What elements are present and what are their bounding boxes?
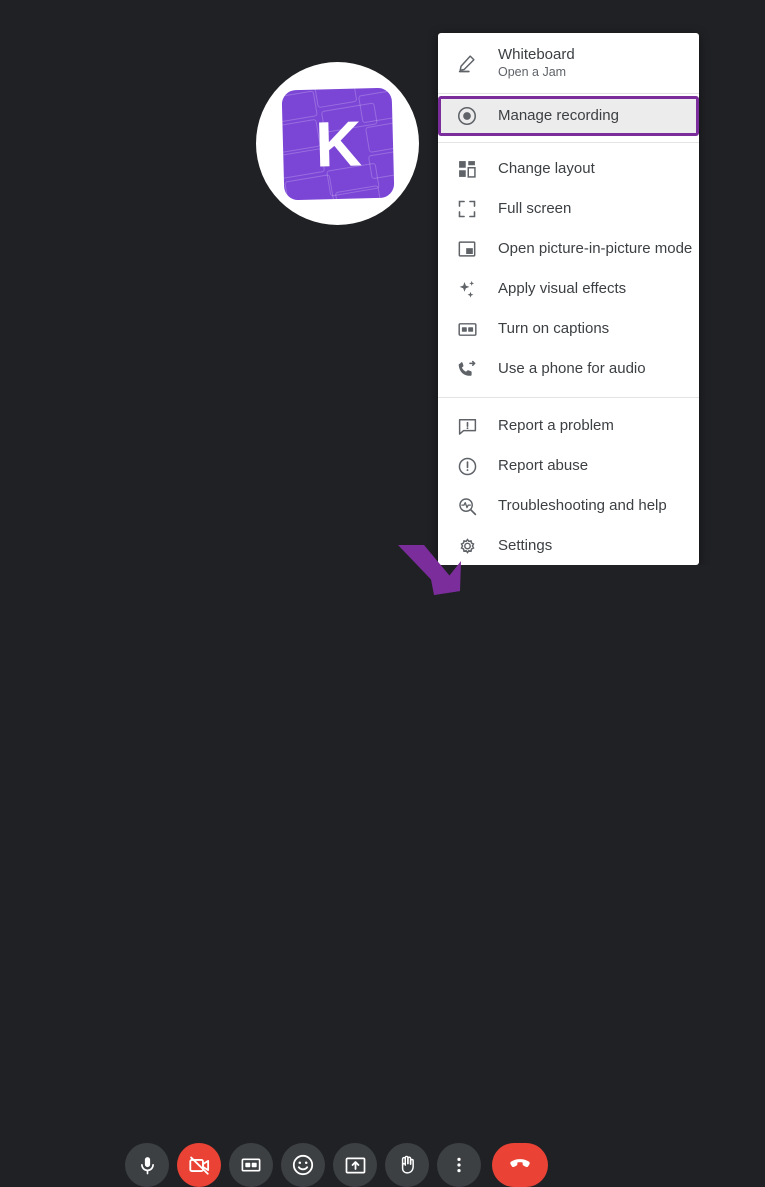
menu-item-whiteboard-sublabel: Open a Jam xyxy=(498,65,567,80)
menu-item-captions-label: Turn on captions xyxy=(498,320,610,337)
menu-item-phone-audio-label: Use a phone for audio xyxy=(498,360,646,377)
menu-item-whiteboard-label: Whiteboard Open a Jam xyxy=(498,46,575,80)
sparkles-icon xyxy=(454,276,480,302)
menu-item-report-problem-label: Report a problem xyxy=(498,417,614,434)
menu-item-phone-audio[interactable]: Use a phone for audio xyxy=(438,349,699,389)
more-options-menu[interactable]: Whiteboard Open a Jam Manage recording C… xyxy=(438,33,699,565)
end-call-button[interactable] xyxy=(492,1143,548,1187)
menu-divider xyxy=(438,142,699,143)
microphone-icon xyxy=(137,1155,158,1176)
raise-hand-button[interactable] xyxy=(385,1143,429,1187)
picture-in-picture-icon xyxy=(454,236,480,262)
fullscreen-icon xyxy=(454,196,480,222)
troubleshoot-icon xyxy=(454,493,480,519)
avatar-tile: K xyxy=(281,87,394,200)
menu-item-report-problem[interactable]: Report a problem xyxy=(438,406,699,446)
menu-item-change-layout[interactable]: Change layout xyxy=(438,149,699,189)
closed-caption-icon xyxy=(454,316,480,342)
layout-grid-icon xyxy=(454,156,480,182)
menu-item-picture-in-picture-label: Open picture-in-picture mode xyxy=(498,240,693,257)
emoji-smile-icon xyxy=(291,1153,315,1177)
avatar: K xyxy=(256,62,419,225)
menu-item-troubleshooting-label: Troubleshooting and help xyxy=(498,497,667,514)
menu-item-manage-recording[interactable]: Manage recording xyxy=(438,96,699,136)
avatar-letter: K xyxy=(313,106,362,181)
raise-hand-icon xyxy=(396,1154,418,1176)
menu-item-picture-in-picture[interactable]: Open picture-in-picture mode xyxy=(438,229,699,269)
menu-item-report-abuse[interactable]: Report abuse xyxy=(438,446,699,486)
present-screen-icon xyxy=(344,1154,367,1177)
menu-item-full-screen-label: Full screen xyxy=(498,200,572,217)
phone-hangup-icon xyxy=(507,1150,533,1181)
menu-item-settings-label: Settings xyxy=(498,537,553,554)
more-options-button[interactable] xyxy=(437,1143,481,1187)
camera-off-icon xyxy=(188,1154,211,1177)
reactions-button[interactable] xyxy=(281,1143,325,1187)
present-button[interactable] xyxy=(333,1143,377,1187)
menu-item-whiteboard[interactable]: Whiteboard Open a Jam xyxy=(438,37,699,89)
feedback-icon xyxy=(454,413,480,439)
meeting-controls xyxy=(0,565,765,1187)
menu-item-settings[interactable]: Settings xyxy=(438,526,699,565)
phone-forward-icon xyxy=(454,356,480,382)
gear-icon xyxy=(454,533,480,559)
warning-circle-icon xyxy=(454,453,480,479)
captions-button[interactable] xyxy=(229,1143,273,1187)
closed-caption-icon xyxy=(240,1154,262,1176)
menu-item-change-layout-label: Change layout xyxy=(498,160,595,177)
menu-item-captions[interactable]: Turn on captions xyxy=(438,309,699,349)
menu-item-report-abuse-label: Report abuse xyxy=(498,457,589,474)
menu-item-visual-effects-label: Apply visual effects xyxy=(498,280,627,297)
menu-item-full-screen[interactable]: Full screen xyxy=(438,189,699,229)
menu-item-manage-recording-wrapper: Manage recording xyxy=(438,96,699,136)
menu-item-visual-effects[interactable]: Apply visual effects xyxy=(438,269,699,309)
pen-icon xyxy=(454,50,480,76)
menu-divider xyxy=(438,93,699,94)
microphone-button[interactable] xyxy=(125,1143,169,1187)
menu-item-manage-recording-label: Manage recording xyxy=(498,107,619,124)
record-circle-icon xyxy=(454,103,480,129)
menu-divider xyxy=(438,397,699,398)
more-vertical-icon xyxy=(449,1155,469,1175)
menu-item-troubleshooting[interactable]: Troubleshooting and help xyxy=(438,486,699,526)
camera-button[interactable] xyxy=(177,1143,221,1187)
